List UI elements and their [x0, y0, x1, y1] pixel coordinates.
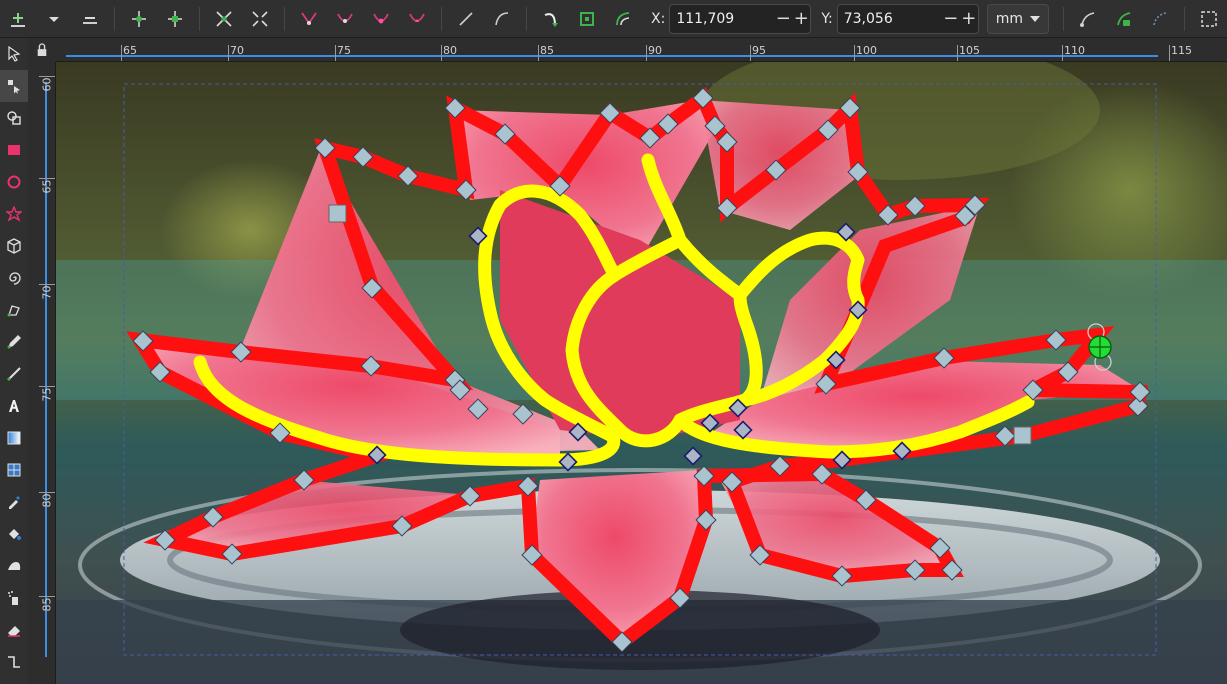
- shape-builder-tool-icon[interactable]: [0, 102, 28, 134]
- calligraphy-tool-icon[interactable]: [0, 358, 28, 390]
- ruler-tick-label: 70: [230, 44, 244, 57]
- eraser-tool-icon[interactable]: [0, 614, 28, 646]
- ruler-tick-label: 110: [1064, 44, 1085, 57]
- ruler-tick-label: 105: [959, 44, 980, 57]
- show-mask-icon[interactable]: [1147, 6, 1173, 32]
- chevron-down-icon: [1029, 15, 1040, 22]
- symmetric-node-icon[interactable]: [368, 6, 394, 32]
- y-increment-button[interactable]: +: [960, 8, 978, 29]
- corner-handle[interactable]: [1013, 426, 1032, 445]
- rectangle-tool-icon[interactable]: [0, 134, 28, 166]
- ruler-tick-label: 80: [443, 44, 457, 57]
- y-coordinate-input[interactable]: [837, 10, 942, 27]
- ruler-tick-label: 90: [648, 44, 662, 57]
- break-path-icon[interactable]: [162, 6, 188, 32]
- auto-smooth-node-icon[interactable]: [404, 6, 430, 32]
- toolbar-separator: [284, 6, 285, 31]
- tool-controls-bar: X: − + Y: − + mm: [0, 0, 1227, 38]
- insert-node-dropdown-icon[interactable]: [41, 6, 67, 32]
- x-coordinate-input[interactable]: [670, 10, 775, 27]
- y-coordinate-field: − +: [836, 3, 979, 34]
- spiral-tool-icon[interactable]: [0, 262, 28, 294]
- stroke-to-path-icon[interactable]: [574, 6, 600, 32]
- paint-bucket-tool-icon[interactable]: [0, 518, 28, 550]
- delete-segment-icon[interactable]: [247, 6, 273, 32]
- ruler-tick-label: 100: [856, 44, 877, 57]
- insert-node-icon[interactable]: [5, 6, 31, 32]
- tweak-tool-icon[interactable]: [0, 550, 28, 582]
- text-tool-icon[interactable]: [0, 390, 28, 422]
- show-handles-icon[interactable]: [1075, 6, 1101, 32]
- toolbar-separator: [1183, 6, 1185, 31]
- make-segment-line-icon[interactable]: [453, 6, 479, 32]
- toolbar-separator: [114, 6, 115, 31]
- gradient-tool-icon[interactable]: [0, 422, 28, 454]
- connector-tool-icon[interactable]: [0, 646, 28, 678]
- spray-tool-icon[interactable]: [0, 582, 28, 614]
- y-coordinate-label: Y:: [821, 10, 833, 27]
- x-decrement-button[interactable]: −: [774, 8, 792, 29]
- ruler-tick-label: 85: [540, 44, 554, 57]
- star-tool-icon[interactable]: [0, 198, 28, 230]
- cusp-node-icon[interactable]: [296, 6, 322, 32]
- ruler-tick-label: 95: [752, 44, 766, 57]
- node-tool-icon[interactable]: [0, 70, 28, 102]
- x-increment-button[interactable]: +: [792, 8, 810, 29]
- toolbox: [0, 38, 29, 684]
- ruler-selection-range: [45, 82, 47, 657]
- path-effect-icon[interactable]: [610, 6, 636, 32]
- ruler-lock-icon[interactable]: [28, 38, 56, 62]
- make-segment-curve-icon[interactable]: [489, 6, 515, 32]
- show-bounding-box-icon[interactable]: [1196, 6, 1222, 32]
- mesh-tool-icon[interactable]: [0, 454, 28, 486]
- pencil-tool-icon[interactable]: [0, 326, 28, 358]
- toolbar-separator: [441, 6, 442, 31]
- toolbar-separator: [1062, 6, 1064, 31]
- selector-tool-icon[interactable]: [0, 38, 28, 70]
- object-to-path-icon[interactable]: [538, 6, 564, 32]
- show-clip-path-icon[interactable]: [1111, 6, 1137, 32]
- unit-select[interactable]: mm: [986, 3, 1049, 34]
- x-coordinate-field: − +: [669, 3, 812, 34]
- horizontal-ruler: 65 70 75 80 85 90 95 100 105 110 115: [56, 38, 1227, 62]
- x-coordinate-label: X:: [651, 10, 666, 27]
- toolbar-separator: [199, 6, 200, 31]
- dropper-tool-icon[interactable]: [0, 486, 28, 518]
- corner-handle[interactable]: [328, 204, 347, 223]
- join-segment-icon[interactable]: [211, 6, 237, 32]
- toolbar-separator: [526, 6, 527, 31]
- 3d-box-tool-icon[interactable]: [0, 230, 28, 262]
- ruler-tick-label: 115: [1171, 44, 1192, 57]
- smooth-node-icon[interactable]: [332, 6, 358, 32]
- delete-node-icon[interactable]: [77, 6, 103, 32]
- vertical-ruler: 60 65 70 75 80 85: [28, 62, 56, 684]
- join-nodes-icon[interactable]: [126, 6, 152, 32]
- ruler-tick-label: 65: [123, 44, 137, 57]
- ruler-tick-label: 75: [337, 44, 351, 57]
- pen-tool-icon[interactable]: [0, 294, 28, 326]
- ellipse-tool-icon[interactable]: [0, 166, 28, 198]
- y-decrement-button[interactable]: −: [942, 8, 960, 29]
- unit-select-value: mm: [995, 10, 1024, 27]
- drawing-canvas[interactable]: [56, 62, 1227, 684]
- canvas-artwork: [56, 62, 1227, 684]
